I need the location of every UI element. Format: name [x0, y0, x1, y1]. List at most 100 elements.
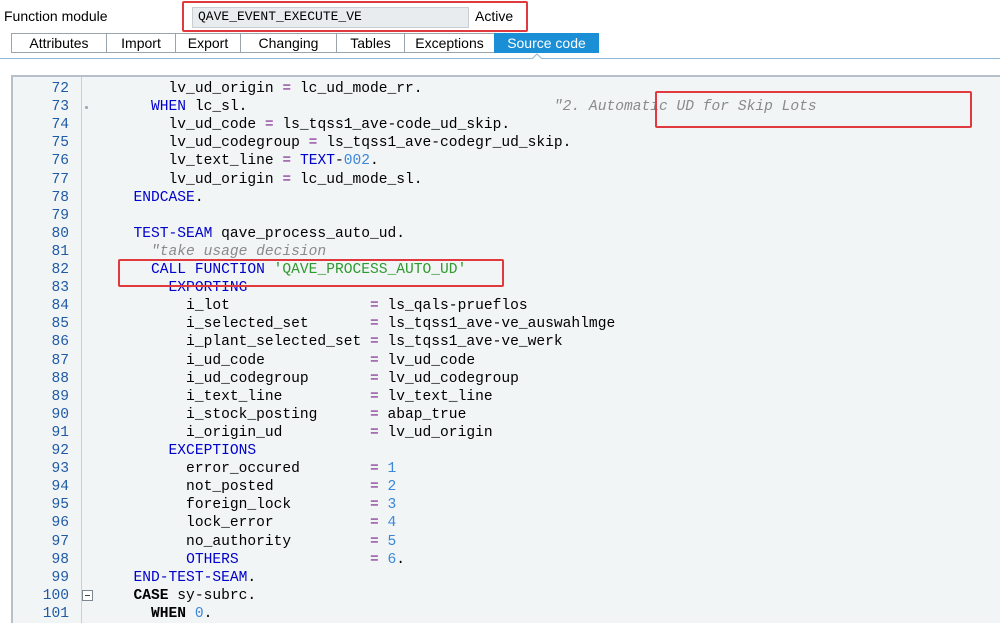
code-line[interactable]: 79 [13, 207, 998, 225]
code-line[interactable]: 77 lv_ud_origin = lc_ud_mode_sl. [13, 171, 998, 189]
tab-source-code[interactable]: Source code [494, 33, 599, 53]
tab-tables[interactable]: Tables [336, 33, 404, 53]
code-line[interactable]: 73 WHEN lc_sl. "2. Automatic UD for Skip… [13, 98, 998, 116]
gutter-marker [82, 333, 92, 351]
code-line[interactable]: 93 error_occured = 1 [13, 460, 998, 478]
code-line[interactable]: 83 EXPORTING [13, 279, 998, 297]
code-line[interactable]: 80 TEST-SEAM qave_process_auto_ud. [13, 225, 998, 243]
tab-export[interactable]: Export [175, 33, 240, 53]
tab-changing[interactable]: Changing [240, 33, 336, 53]
tab-attributes[interactable]: Attributes [11, 33, 106, 53]
code-token: = [369, 515, 379, 532]
code-line[interactable]: 88 i_ud_codegroup = lv_ud_codegroup [13, 370, 998, 388]
code-line[interactable]: 99 END-TEST-SEAM. [13, 569, 998, 587]
code-text: lv_text_line = TEXT-002. [116, 152, 379, 170]
code-token: i_ud_codegroup [116, 370, 370, 387]
code-line[interactable]: 92 EXCEPTIONS [13, 442, 998, 460]
gutter-marker [82, 569, 92, 587]
code-token: END-TEST-SEAM [133, 569, 248, 586]
gutter-marker [82, 80, 92, 98]
code-token: "take usage decision [151, 243, 327, 260]
code-line[interactable]: 101 WHEN 0. [13, 605, 998, 623]
code-token: i_plant_selected_set [116, 334, 370, 351]
code-text: WHEN 0. [116, 605, 212, 623]
code-text: i_stock_posting = abap_true [116, 406, 466, 424]
fold-marker-icon [82, 98, 92, 116]
code-line[interactable]: 89 i_text_line = lv_text_line [13, 388, 998, 406]
line-number: 75 [51, 135, 69, 152]
code-token: lv_ud_codegroup [378, 370, 519, 387]
code-line[interactable]: 90 i_stock_posting = abap_true [13, 406, 998, 424]
code-line[interactable]: 82 CALL FUNCTION 'QAVE_PROCESS_AUTO_UD' [13, 261, 998, 279]
code-line[interactable]: 74 lv_ud_code = ls_tqss1_ave-code_ud_ski… [13, 116, 998, 134]
code-line[interactable]: 85 i_selected_set = ls_tqss1_ave-ve_ausw… [13, 315, 998, 333]
line-number: 80 [51, 225, 69, 242]
code-token: 3 [387, 497, 397, 514]
code-line[interactable]: 86 i_plant_selected_set = ls_tqss1_ave-v… [13, 333, 998, 351]
code-line[interactable]: 78 ENDCASE. [13, 189, 998, 207]
code-line[interactable]: 100 CASE sy-subrc. [13, 587, 998, 605]
code-text: lv_ud_code = ls_tqss1_ave-code_ud_skip. [116, 116, 511, 134]
code-line[interactable]: 98 OTHERS = 6. [13, 551, 998, 569]
tab-exceptions[interactable]: Exceptions [404, 33, 494, 53]
gutter-marker [82, 406, 92, 424]
code-token: WHEN [151, 605, 187, 622]
gutter-marker [82, 152, 92, 170]
line-number: 93 [51, 461, 69, 478]
code-line[interactable]: 97 no_authority = 5 [13, 533, 998, 551]
code-text: not_posted = 2 [116, 478, 396, 496]
gutter-marker [82, 460, 92, 478]
line-number: 90 [51, 406, 69, 423]
code-token: 'QAVE_PROCESS_AUTO_UD' [273, 262, 467, 278]
status-text: Active [475, 8, 514, 24]
tab-import[interactable]: Import [106, 33, 175, 53]
code-token: . [203, 605, 213, 622]
code-line[interactable]: 96 lock_error = 4 [13, 514, 998, 532]
code-token: i_ud_code [116, 352, 370, 369]
code-token: = [369, 298, 379, 315]
collapse-icon[interactable] [82, 587, 93, 605]
code-line[interactable]: 76 lv_text_line = TEXT-002. [13, 152, 998, 170]
code-line[interactable]: 95 foreign_lock = 3 [13, 496, 998, 514]
code-text: no_authority = 5 [116, 533, 396, 551]
code-text: lv_ud_codegroup = ls_tqss1_ave-codegr_ud… [116, 134, 572, 152]
code-text: i_selected_set = ls_tqss1_ave-ve_auswahl… [116, 315, 615, 333]
code-text: i_origin_ud = lv_ud_origin [116, 424, 493, 442]
line-number: 89 [51, 388, 69, 405]
code-line[interactable]: 84 i_lot = ls_qals-prueflos [13, 297, 998, 315]
code-token: i_origin_ud [116, 424, 370, 441]
code-line[interactable]: 81 "take usage decision [13, 243, 998, 261]
code-line[interactable]: 72 lv_ud_origin = lc_ud_mode_rr. [13, 80, 998, 98]
code-line[interactable]: 94 not_posted = 2 [13, 478, 998, 496]
line-number: 95 [51, 497, 69, 514]
gutter-marker [82, 352, 92, 370]
code-line[interactable]: 87 i_ud_code = lv_ud_code [13, 352, 998, 370]
code-text: error_occured = 1 [116, 460, 396, 478]
code-text: END-TEST-SEAM. [116, 569, 257, 587]
code-line[interactable]: 91 i_origin_ud = lv_ud_origin [13, 424, 998, 442]
code-token: . [194, 189, 204, 206]
code-token: lc_ud_mode_sl. [291, 171, 423, 188]
code-token: lv_ud_code [116, 117, 265, 134]
code-token: lc_ud_mode_rr. [291, 81, 423, 97]
gutter-marker [82, 297, 92, 315]
code-text: foreign_lock = 3 [116, 496, 396, 514]
line-number: 81 [51, 243, 69, 260]
line-number: 87 [51, 352, 69, 369]
function-module-name-field[interactable]: QAVE_EVENT_EXECUTE_VE [192, 7, 469, 28]
code-line[interactable]: 75 lv_ud_codegroup = ls_tqss1_ave-codegr… [13, 134, 998, 152]
code-text: i_plant_selected_set = ls_tqss1_ave-ve_w… [116, 333, 563, 351]
code-token: = [369, 406, 379, 423]
code-token: . [396, 551, 406, 568]
gutter-marker [82, 551, 92, 569]
gutter-marker [82, 134, 92, 152]
